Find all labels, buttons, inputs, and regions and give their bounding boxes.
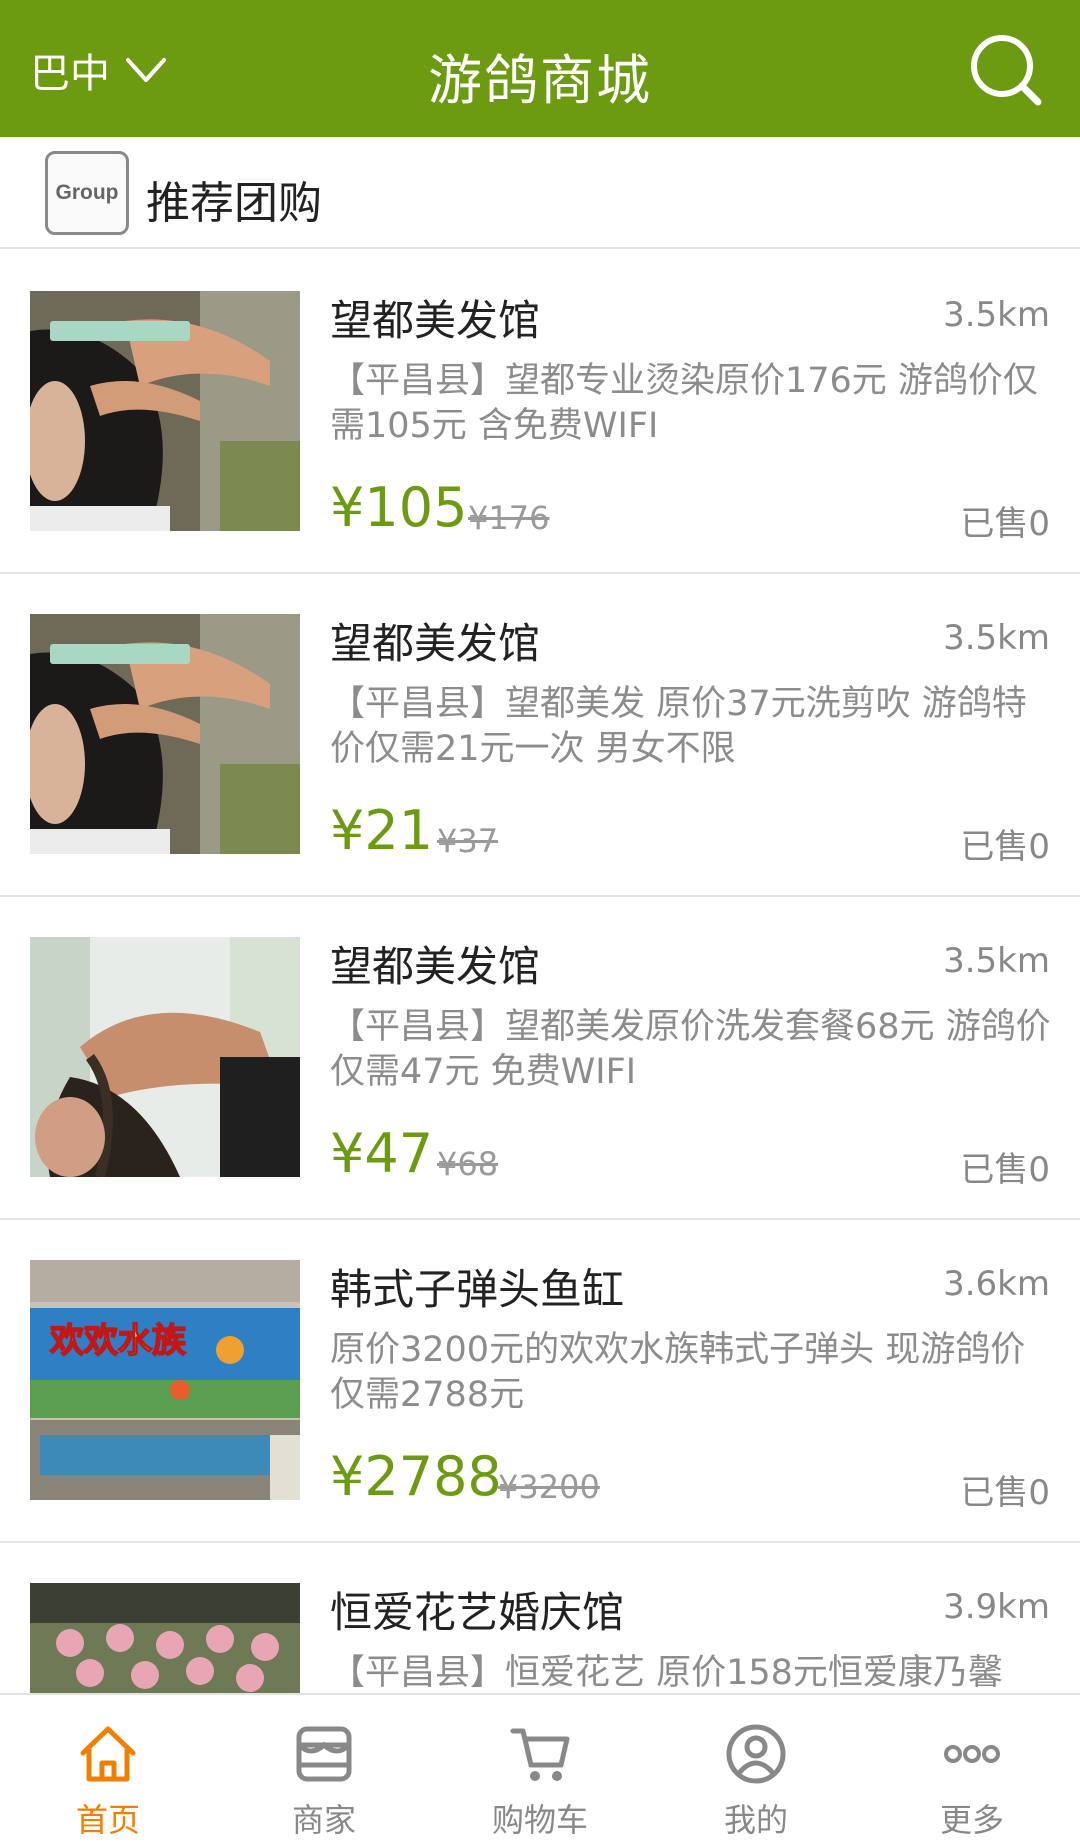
original-price: ¥68 bbox=[437, 1145, 499, 1183]
distance: 3.9km bbox=[943, 1587, 1050, 1627]
original-price: ¥3200 bbox=[498, 1468, 600, 1506]
nav-store-label: 商家 bbox=[291, 1801, 356, 1839]
hair-comb-photo bbox=[30, 291, 300, 531]
search-icon bbox=[971, 35, 1042, 106]
hair-comb-photo bbox=[30, 614, 300, 854]
distance: 3.5km bbox=[943, 618, 1050, 658]
sold-count: 已售0 bbox=[960, 827, 1050, 867]
original-price: ¥37 bbox=[437, 822, 499, 860]
nav-home[interactable]: 首页 bbox=[0, 1695, 216, 1845]
nav-mine[interactable]: 我的 bbox=[648, 1695, 864, 1845]
cart-icon bbox=[510, 1728, 570, 1781]
merchant-name: 韩式子弹头鱼缸 bbox=[330, 1265, 625, 1314]
aquarium-sign-text: 欢欢水族 bbox=[49, 1321, 186, 1361]
sold-count: 已售0 bbox=[960, 504, 1050, 544]
deal-description: 【平昌县】望都美发 原价37元洗剪吹 游鸽特价仅需21元一次 男女不限 bbox=[330, 684, 1027, 769]
hair-wash-photo bbox=[30, 937, 300, 1177]
merchant-name: 望都美发馆 bbox=[330, 296, 541, 345]
group-icon: Group bbox=[45, 151, 129, 235]
user-icon bbox=[726, 1724, 786, 1784]
more-icon bbox=[944, 1745, 1000, 1763]
deal-price: ¥105 bbox=[330, 476, 468, 539]
deal-list[interactable]: 望都美发馆 3.5km 【平昌县】望都专业烫染原价176元 游鸽价仅需105元 … bbox=[0, 251, 1080, 1693]
nav-more-label: 更多 bbox=[939, 1801, 1004, 1839]
flowers-photo bbox=[30, 1583, 300, 1693]
deal-price: ¥47 bbox=[330, 1122, 434, 1185]
nav-mine-label: 我的 bbox=[723, 1801, 788, 1839]
deal-item[interactable]: 恒爱花艺婚庆馆 3.9km 【平昌县】恒爱花艺 原价158元恒爱康乃馨 bbox=[0, 1543, 1080, 1693]
recommended-group-header: Group 推荐团购 bbox=[0, 137, 1080, 249]
home-icon bbox=[80, 1726, 136, 1782]
deal-item[interactable]: 望都美发馆 3.5km 【平昌县】望都美发原价洗发套餐68元 游鸽价仅需47元 … bbox=[0, 897, 1080, 1220]
deal-price: ¥2788 bbox=[330, 1445, 502, 1508]
aquarium-shop-photo: 欢欢水族 bbox=[30, 1260, 300, 1500]
deal-price: ¥21 bbox=[330, 799, 434, 862]
search-button[interactable] bbox=[966, 30, 1046, 110]
distance: 3.5km bbox=[943, 295, 1050, 335]
group-icon-text: Group bbox=[55, 181, 119, 204]
merchant-name: 望都美发馆 bbox=[330, 942, 541, 991]
page-title: 游鸽商城 bbox=[428, 49, 652, 112]
store-icon bbox=[296, 1726, 352, 1782]
distance: 3.6km bbox=[943, 1264, 1050, 1304]
top-bar: 巴中 游鸽商城 bbox=[0, 0, 1080, 137]
original-price: ¥176 bbox=[468, 499, 550, 537]
nav-cart-label: 购物车 bbox=[491, 1801, 588, 1839]
nav-home-label: 首页 bbox=[75, 1801, 140, 1839]
merchant-name: 恒爱花艺婚庆馆 bbox=[330, 1588, 625, 1637]
deal-description: 【平昌县】恒爱花艺 原价158元恒爱康乃馨 bbox=[330, 1653, 1003, 1693]
merchant-name: 望都美发馆 bbox=[330, 619, 541, 668]
deal-item[interactable]: 望都美发馆 3.5km 【平昌县】望都专业烫染原价176元 游鸽价仅需105元 … bbox=[0, 251, 1080, 574]
deal-description: 【平昌县】望都专业烫染原价176元 游鸽价仅需105元 含免费WIFI bbox=[330, 361, 1038, 446]
section-title: 推荐团购 bbox=[146, 178, 322, 229]
distance: 3.5km bbox=[943, 941, 1050, 981]
sold-count: 已售0 bbox=[960, 1473, 1050, 1513]
bottom-nav: 首页 商家 购物车 我的 更多 bbox=[0, 1693, 1080, 1845]
nav-more[interactable]: 更多 bbox=[864, 1695, 1080, 1845]
deal-item[interactable]: 欢欢水族 韩式子弹头鱼缸 3.6km 原价3200元的欢欢水族韩式子弹头 现游鸽… bbox=[0, 1220, 1080, 1543]
nav-cart[interactable]: 购物车 bbox=[432, 1695, 648, 1845]
deal-description: 原价3200元的欢欢水族韩式子弹头 现游鸽价仅需2788元 bbox=[330, 1330, 1026, 1415]
deal-description: 【平昌县】望都美发原价洗发套餐68元 游鸽价仅需47元 免费WIFI bbox=[330, 1007, 1051, 1092]
sold-count: 已售0 bbox=[960, 1150, 1050, 1190]
deal-item[interactable]: 望都美发馆 3.5km 【平昌县】望都美发 原价37元洗剪吹 游鸽特价仅需21元… bbox=[0, 574, 1080, 897]
nav-store[interactable]: 商家 bbox=[216, 1695, 432, 1845]
